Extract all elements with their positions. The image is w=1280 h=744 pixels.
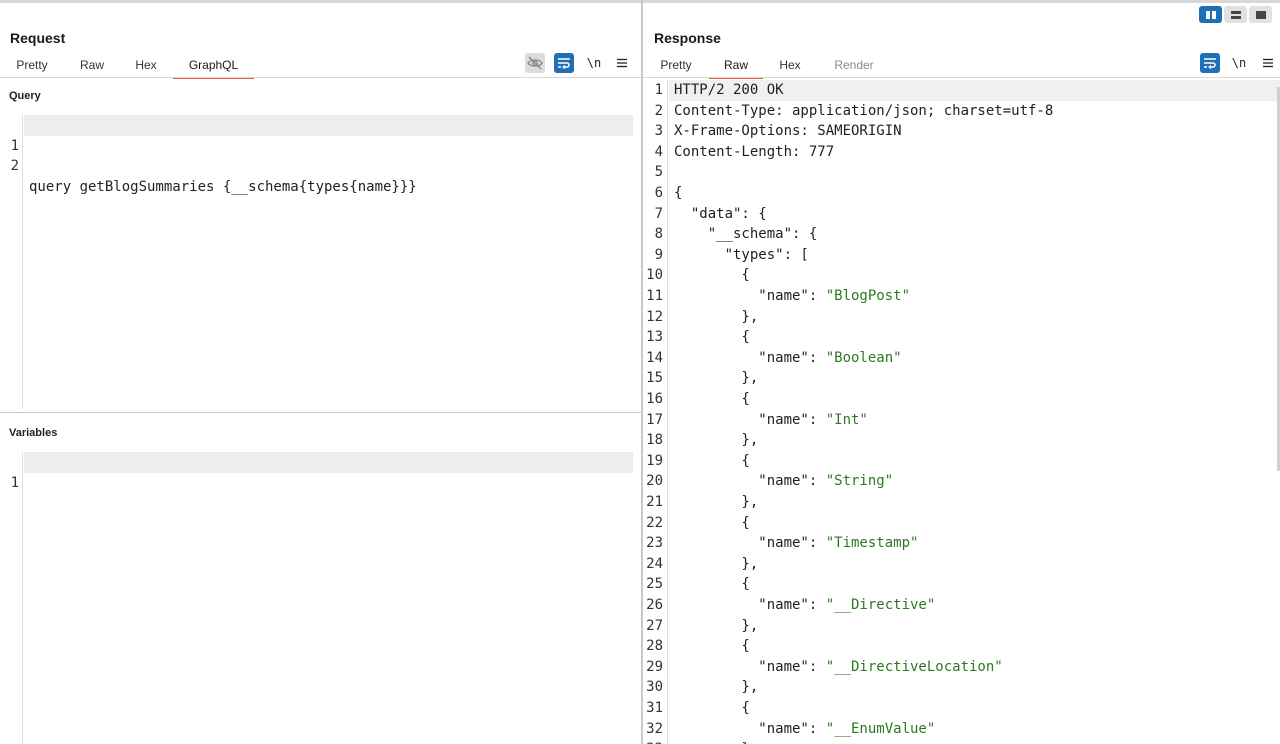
response-line: 5 bbox=[654, 164, 663, 181]
request-tab-pretty[interactable]: Pretty bbox=[10, 55, 54, 77]
response-line: 7 "data": { bbox=[654, 205, 767, 222]
wrap-icon bbox=[1204, 58, 1216, 69]
response-line: 6{ bbox=[654, 185, 683, 201]
request-panel: Request Pretty Raw Hex GraphQL \n Query bbox=[0, 3, 641, 744]
query-variables-splitter[interactable] bbox=[0, 412, 641, 413]
response-line: 28 { bbox=[646, 638, 750, 655]
hamburger-menu-icon bbox=[1263, 58, 1273, 68]
response-tab-render[interactable]: Render bbox=[828, 55, 880, 77]
response-line: 21 }, bbox=[646, 494, 759, 510]
variables-editor[interactable]: 1 bbox=[0, 452, 641, 744]
response-line: 23 "name": "Timestamp" bbox=[646, 535, 919, 552]
query-line: 2 query getBlogSummaries {__schema{types… bbox=[10, 158, 417, 195]
response-line: 14 "name": "Boolean" bbox=[646, 349, 902, 366]
response-line: 30 }, bbox=[646, 679, 759, 696]
json-string-value: "__EnumValue" bbox=[825, 720, 936, 737]
json-string-value: "BlogPost" bbox=[825, 288, 911, 304]
response-line: 32 "name": "__EnumValue" bbox=[646, 720, 936, 737]
request-tabbar-divider bbox=[0, 77, 641, 78]
response-tab-raw[interactable]: Raw bbox=[709, 55, 763, 79]
wrap-icon bbox=[558, 58, 570, 69]
show-newlines-button[interactable]: \n bbox=[584, 53, 604, 73]
response-line: 9 "types": [ bbox=[654, 246, 809, 263]
response-editor[interactable]: 1 HTTP/2 200 OK 2 Content-Type: application… bbox=[643, 80, 1280, 744]
json-string-value: "__DirectiveLocation" bbox=[825, 658, 1003, 675]
response-panel: Response Pretty Raw Hex Render \n 1 HTTP/… bbox=[643, 3, 1280, 744]
response-line: 12 }, bbox=[646, 308, 759, 325]
request-menu-button[interactable] bbox=[612, 53, 632, 73]
word-wrap-button[interactable] bbox=[554, 53, 574, 73]
request-tab-hex[interactable]: Hex bbox=[128, 55, 164, 77]
query-line: 1 bbox=[0, 115, 633, 154]
query-editor[interactable]: 1 2 query getBlogSummaries {__schema{typ… bbox=[0, 115, 641, 409]
response-line: 15 }, bbox=[646, 370, 759, 387]
response-line: 16 { bbox=[646, 391, 750, 407]
response-line: 27 }, bbox=[646, 617, 759, 634]
hide-nonprintable-button[interactable] bbox=[525, 53, 545, 73]
response-line: 25 { bbox=[646, 576, 750, 593]
response-line: 33 } bbox=[643, 739, 1280, 744]
response-tab-pretty[interactable]: Pretty bbox=[654, 55, 698, 77]
response-line: 24 }, bbox=[646, 555, 759, 572]
response-line: 29 "name": "__DirectiveLocation" bbox=[646, 658, 1003, 675]
newline-label: \n bbox=[586, 56, 602, 70]
hamburger-menu-icon bbox=[617, 58, 627, 68]
response-line: 13 { bbox=[646, 329, 750, 346]
query-label: Query bbox=[9, 90, 41, 102]
variables-label: Variables bbox=[9, 427, 58, 439]
response-line: 8 "__schema": { bbox=[654, 226, 818, 243]
response-line: 20 "name": "String" bbox=[646, 473, 894, 490]
json-string-value: "Int" bbox=[825, 411, 868, 428]
response-line: 4 Content-Length: 777 bbox=[654, 143, 835, 160]
response-title: Response bbox=[654, 30, 721, 46]
json-string-value: "__Directive" bbox=[825, 597, 936, 613]
response-line: 10 { bbox=[646, 267, 750, 284]
response-show-newlines-button[interactable]: \n bbox=[1229, 53, 1249, 73]
request-tab-graphql[interactable]: GraphQL bbox=[173, 55, 254, 79]
response-line: 3 X-Frame-Options: SAMEORIGIN bbox=[654, 123, 902, 140]
response-menu-button[interactable] bbox=[1258, 53, 1278, 73]
response-line: 22 { bbox=[646, 514, 750, 531]
json-string-value: "String" bbox=[825, 473, 894, 490]
newline-label: \n bbox=[1231, 56, 1247, 70]
request-tab-raw[interactable]: Raw bbox=[74, 55, 110, 77]
response-line: 31 { bbox=[646, 700, 750, 716]
request-title: Request bbox=[10, 30, 66, 46]
response-line: 2 Content-Type: application/json; charset… bbox=[654, 102, 1054, 119]
response-line: 17 "name": "Int" bbox=[646, 411, 868, 428]
response-line: 1 HTTP/2 200 OK bbox=[643, 80, 1280, 101]
json-string-value: "Timestamp" bbox=[825, 535, 919, 552]
json-string-value: "Boolean" bbox=[825, 349, 902, 366]
response-tabbar-divider bbox=[643, 77, 1280, 78]
response-line: 26 "name": "__Directive" bbox=[646, 597, 936, 613]
response-tab-hex[interactable]: Hex bbox=[772, 55, 808, 77]
response-line: 18 }, bbox=[646, 432, 759, 449]
variables-line: 1 bbox=[0, 452, 633, 491]
response-line: 19 { bbox=[646, 452, 750, 469]
response-line: 11 "name": "BlogPost" bbox=[646, 288, 911, 304]
eye-off-icon bbox=[527, 56, 543, 70]
response-word-wrap-button[interactable] bbox=[1200, 53, 1220, 73]
